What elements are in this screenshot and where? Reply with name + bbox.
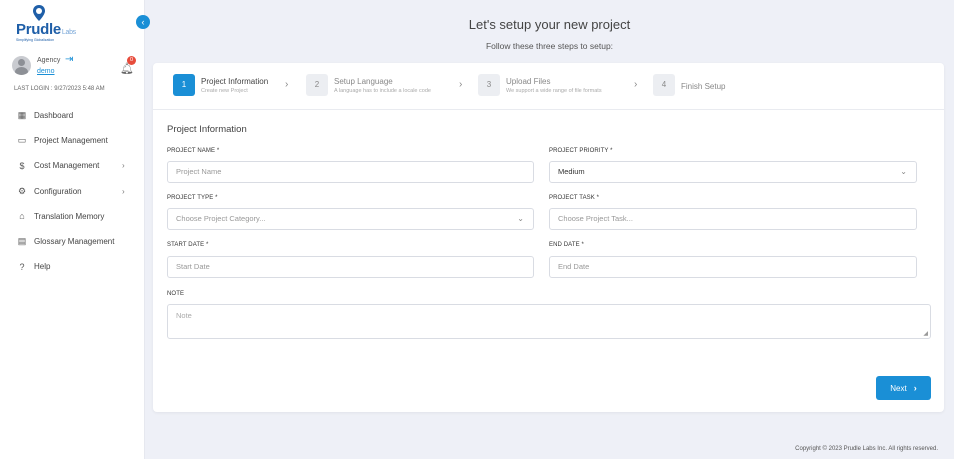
note-textarea[interactable]: Note ◢ xyxy=(167,304,931,339)
chevron-right-icon: › xyxy=(634,79,638,90)
step-title: Finish Setup xyxy=(681,82,726,91)
next-button[interactable]: Next › xyxy=(876,376,931,400)
sidebar-item-translation-memory[interactable]: ⌂ Translation Memory xyxy=(0,204,145,229)
end-date-input[interactable]: End Date xyxy=(549,256,917,278)
sidebar-item-label: Configuration xyxy=(34,186,82,196)
page-subtitle: Follow these three steps to setup: xyxy=(485,41,614,51)
project-task-label: PROJECT TASK * xyxy=(549,195,600,201)
start-date-label: START DATE * xyxy=(167,242,209,248)
step-description: We support a wide range of file formats xyxy=(506,88,602,94)
prudle-logo[interactable]: PrudleLabs Simplifying Globalization xyxy=(16,4,86,44)
dollar-icon: $ xyxy=(19,160,25,171)
logout-icon[interactable]: ⇥ xyxy=(65,55,73,65)
main-content: Let's setup your new project Follow thes… xyxy=(145,0,954,459)
step-title: Project Information xyxy=(201,77,269,86)
resize-handle-icon[interactable]: ◢ xyxy=(923,330,928,337)
step-number: 3 xyxy=(478,74,500,96)
sidebar-item-label: Glossary Management xyxy=(34,237,115,247)
chevron-right-icon: › xyxy=(122,186,125,196)
logo-pin-icon xyxy=(33,5,45,21)
project-priority-value: Medium xyxy=(558,167,585,176)
project-priority-select[interactable]: Medium ⌄ xyxy=(549,161,917,183)
user-profile: Agency ⇥ demo 🔔︎ 0 xyxy=(12,55,137,83)
next-button-label: Next xyxy=(890,384,907,393)
chevron-right-icon: › xyxy=(459,79,463,90)
sidebar-nav: ▦ Dashboard ▭ Project Management $ Cost Man… xyxy=(0,103,145,279)
chevron-down-icon: ⌄ xyxy=(517,214,524,223)
project-name-label: PROJECT NAME * xyxy=(167,148,220,154)
project-type-placeholder: Choose Project Category... xyxy=(176,214,266,223)
form-title: Project Information xyxy=(167,124,247,135)
collapse-sidebar-icon[interactable]: ‹ xyxy=(136,15,150,29)
sidebar-item-glossary-management[interactable]: ▤ Glossary Management xyxy=(0,229,145,254)
start-date-input[interactable]: Start Date xyxy=(167,256,534,278)
sidebar-item-project-management[interactable]: ▭ Project Management xyxy=(0,128,145,153)
stepper: 1 Project Information Create new Project… xyxy=(153,63,944,110)
brand-suffix: Labs xyxy=(61,29,76,36)
brand-name: Prudle xyxy=(16,21,61,38)
sidebar-item-label: Cost Management xyxy=(34,161,100,171)
setup-card: 1 Project Information Create new Project… xyxy=(153,63,944,412)
step-title: Upload Files xyxy=(506,77,551,86)
chevron-down-icon: ⌄ xyxy=(900,167,907,176)
sidebar: PrudleLabs Simplifying Globalization ‹ A… xyxy=(0,0,150,459)
bell-icon[interactable]: 🔔︎ 0 xyxy=(120,56,136,76)
page-title: Let's setup your new project xyxy=(468,17,631,32)
gear-icon: ⚙ xyxy=(17,185,27,196)
project-priority-label: PROJECT PRIORITY * xyxy=(549,148,613,154)
step-description: A language has to include a locale code xyxy=(334,88,431,94)
chevron-right-icon: › xyxy=(285,79,289,90)
sidebar-item-label: Help xyxy=(34,262,51,272)
footer-copyright: Copyright © 2023 Prudle Labs Inc. All ri… xyxy=(795,446,938,452)
note-label: NOTE xyxy=(167,291,185,297)
sidebar-item-help[interactable]: ? Help xyxy=(0,254,145,279)
step-description: Create new Project xyxy=(201,88,248,94)
sidebar-item-cost-management[interactable]: $ Cost Management › xyxy=(0,153,145,178)
sidebar-item-label: Dashboard xyxy=(34,111,74,121)
step-number: 2 xyxy=(306,74,328,96)
step-number: 1 xyxy=(173,74,195,96)
step-number: 4 xyxy=(653,74,675,96)
end-date-label: END DATE * xyxy=(549,242,584,248)
chevron-right-icon: › xyxy=(913,383,917,393)
project-task-select[interactable]: Choose Project Task... xyxy=(549,208,917,230)
project-type-label: PROJECT TYPE * xyxy=(167,195,218,201)
note-placeholder: Note xyxy=(176,311,192,320)
brand-tagline: Simplifying Globalization xyxy=(16,38,55,42)
folder-icon: ▭ xyxy=(17,135,27,146)
chevron-right-icon: › xyxy=(122,161,125,171)
project-name-input[interactable]: Project Name xyxy=(167,161,534,183)
help-icon: ? xyxy=(19,261,25,272)
sidebar-item-dashboard[interactable]: ▦ Dashboard xyxy=(0,103,145,128)
last-login: LAST LOGIN : 9/27/2023 5:48 AM xyxy=(14,86,105,92)
step-title: Setup Language xyxy=(334,77,393,86)
sidebar-item-label: Translation Memory xyxy=(34,211,105,221)
sidebar-item-label: Project Management xyxy=(34,136,108,146)
book-icon: ▤ xyxy=(17,236,27,247)
dashboard-icon: ▦ xyxy=(17,110,27,121)
user-name-link[interactable]: demo xyxy=(37,68,55,75)
memory-icon: ⌂ xyxy=(19,211,25,222)
notification-badge: 0 xyxy=(127,56,136,65)
avatar[interactable] xyxy=(12,56,31,75)
project-type-select[interactable]: Choose Project Category... ⌄ xyxy=(167,208,534,230)
sidebar-item-configuration[interactable]: ⚙ Configuration › xyxy=(0,179,145,204)
user-role: Agency xyxy=(37,57,61,64)
